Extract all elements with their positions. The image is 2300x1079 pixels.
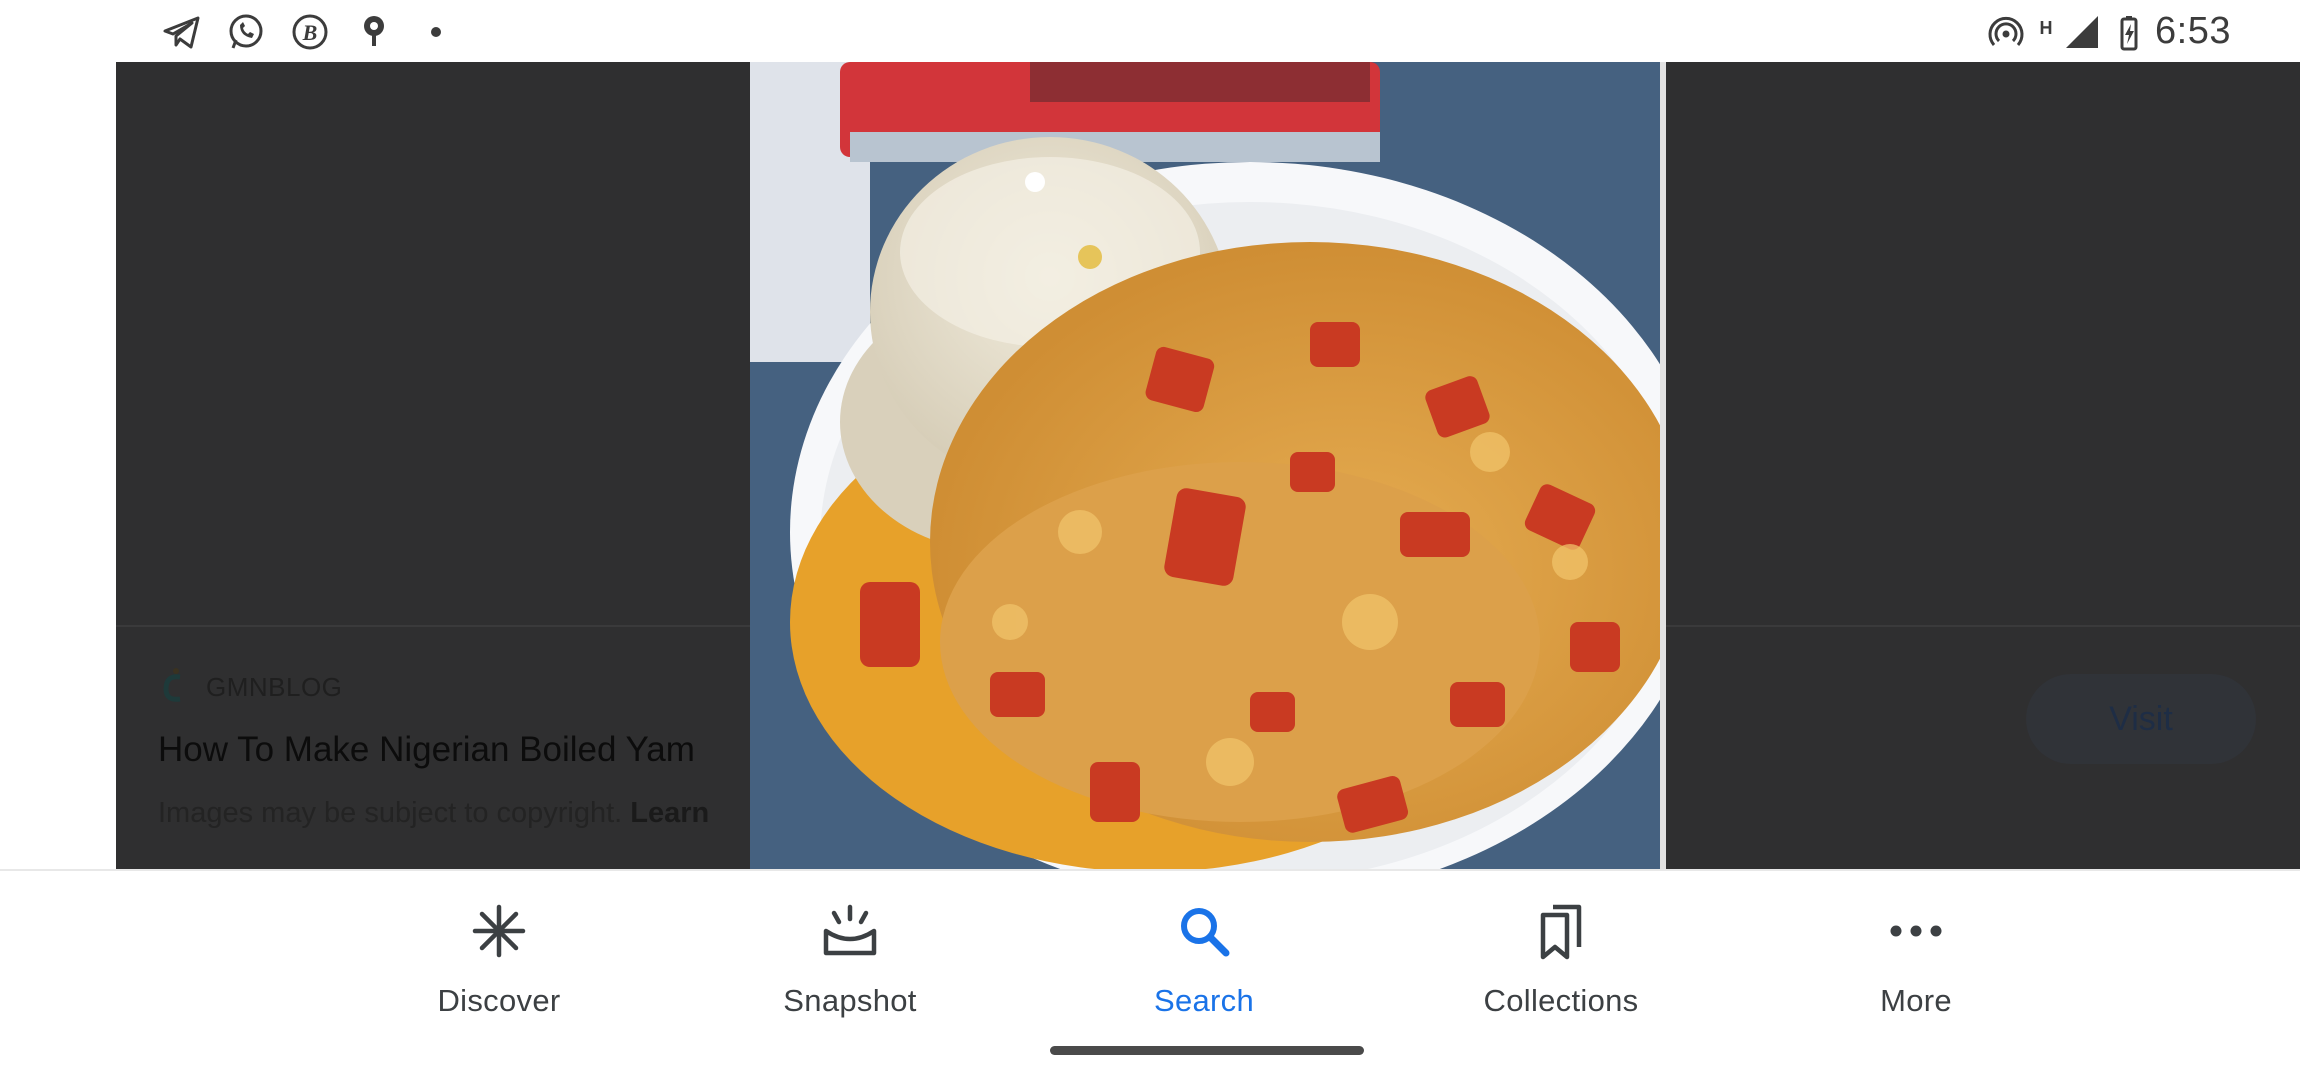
nav-search[interactable]: Search <box>1074 893 1334 1018</box>
nav-search-label: Search <box>1153 983 1255 1018</box>
asterisk-icon <box>472 904 526 958</box>
source-favicon-icon <box>163 668 181 702</box>
dot-icon <box>431 27 441 37</box>
whatsapp-icon <box>229 14 263 49</box>
source-name: GMNBLOG <box>206 671 343 702</box>
nav-snapshot-label: Snapshot <box>783 983 917 1018</box>
status-bar: B H 6:53 <box>0 0 2300 62</box>
food-photo <box>750 62 1666 869</box>
collections-icon <box>1540 904 1582 960</box>
result-title[interactable]: How To Make Nigerian Boiled Yam <box>158 730 695 770</box>
visit-button[interactable]: Visit <box>2026 674 2256 764</box>
nav-discover-label: Discover <box>437 983 561 1018</box>
more-dots-icon <box>1890 925 1942 937</box>
signal-icon <box>2066 16 2098 48</box>
nav-snapshot[interactable]: Snapshot <box>720 893 980 1018</box>
telegram-icon <box>163 16 200 49</box>
b-app-icon: B <box>292 14 328 50</box>
hotspot-icon <box>1988 16 2024 46</box>
copyright-text: Images may be subject to copyright. <box>158 797 623 829</box>
svg-text:B: B <box>302 20 318 45</box>
home-indicator[interactable] <box>1050 1046 1364 1055</box>
battery-charging-icon <box>2120 16 2138 51</box>
source-row[interactable]: GMNBLOG <box>158 662 342 712</box>
location-pin-icon <box>364 16 384 46</box>
nav-discover[interactable]: Discover <box>369 893 629 1018</box>
nav-more[interactable]: More <box>1786 893 2046 1018</box>
learn-more-link[interactable]: Learn <box>630 797 709 829</box>
status-time: 6:53 <box>2155 10 2231 52</box>
preview-image[interactable] <box>750 62 1666 869</box>
bottom-navigation: Discover Snapshot Search Collections Mor… <box>0 869 2300 1079</box>
nav-collections-label: Collections <box>1483 983 1639 1018</box>
copyright-notice: Images may be subject to copyright. Lear… <box>158 797 709 830</box>
search-icon <box>1181 908 1230 957</box>
app-screen: B H 6:53 GMNBLOG How To Make Nigerian Bo… <box>0 0 2300 1079</box>
snapshot-icon <box>823 904 877 956</box>
svg-text:H: H <box>2040 18 2053 38</box>
nav-collections[interactable]: Collections <box>1431 893 1691 1018</box>
nav-more-label: More <box>1880 983 1952 1018</box>
